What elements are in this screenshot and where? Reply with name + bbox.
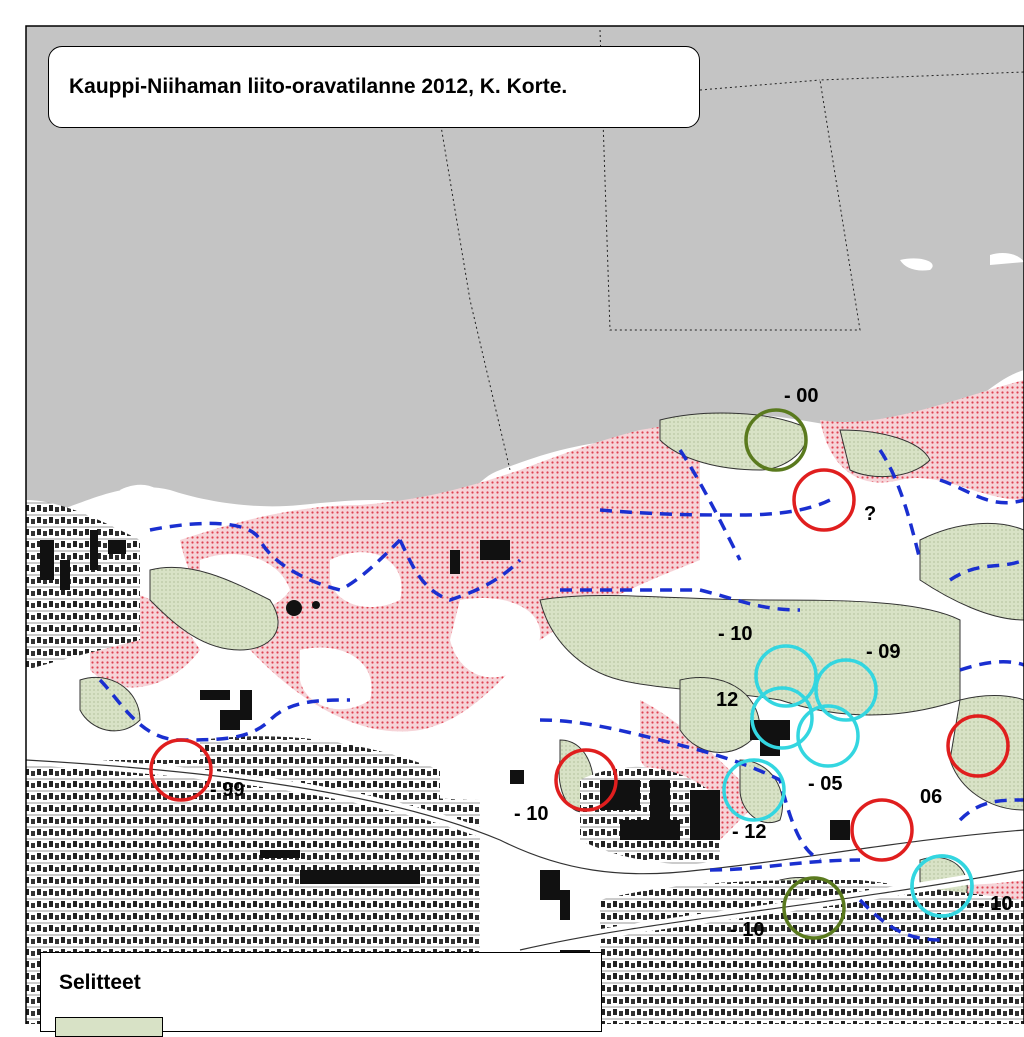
year-label: - 10	[730, 919, 764, 941]
year-label: - 10	[978, 893, 1012, 915]
year-label: - 10	[514, 803, 548, 825]
map-title: Kauppi-Niihaman liito-oravatilanne 2012,…	[69, 75, 568, 98]
map: - 00 ? - 10 - 09 12 - 99 - 10 - 05 06 - …	[0, 0, 1024, 1024]
year-label: - 12	[732, 821, 766, 843]
legend-heading: Selitteet	[59, 971, 141, 994]
year-label: - 05	[808, 773, 842, 795]
year-label: - 99	[210, 779, 244, 801]
year-label: - 00	[784, 385, 818, 407]
year-label: 06	[920, 786, 942, 808]
year-label: 12	[716, 689, 738, 711]
question-label: ?	[864, 503, 876, 525]
year-label: - 09	[866, 641, 900, 663]
year-label: - 10	[718, 623, 752, 645]
legend-box: Selitteet	[40, 952, 602, 1037]
map-title-box: Kauppi-Niihaman liito-oravatilanne 2012,…	[48, 46, 700, 128]
legend-swatch-habitat	[55, 1017, 163, 1037]
